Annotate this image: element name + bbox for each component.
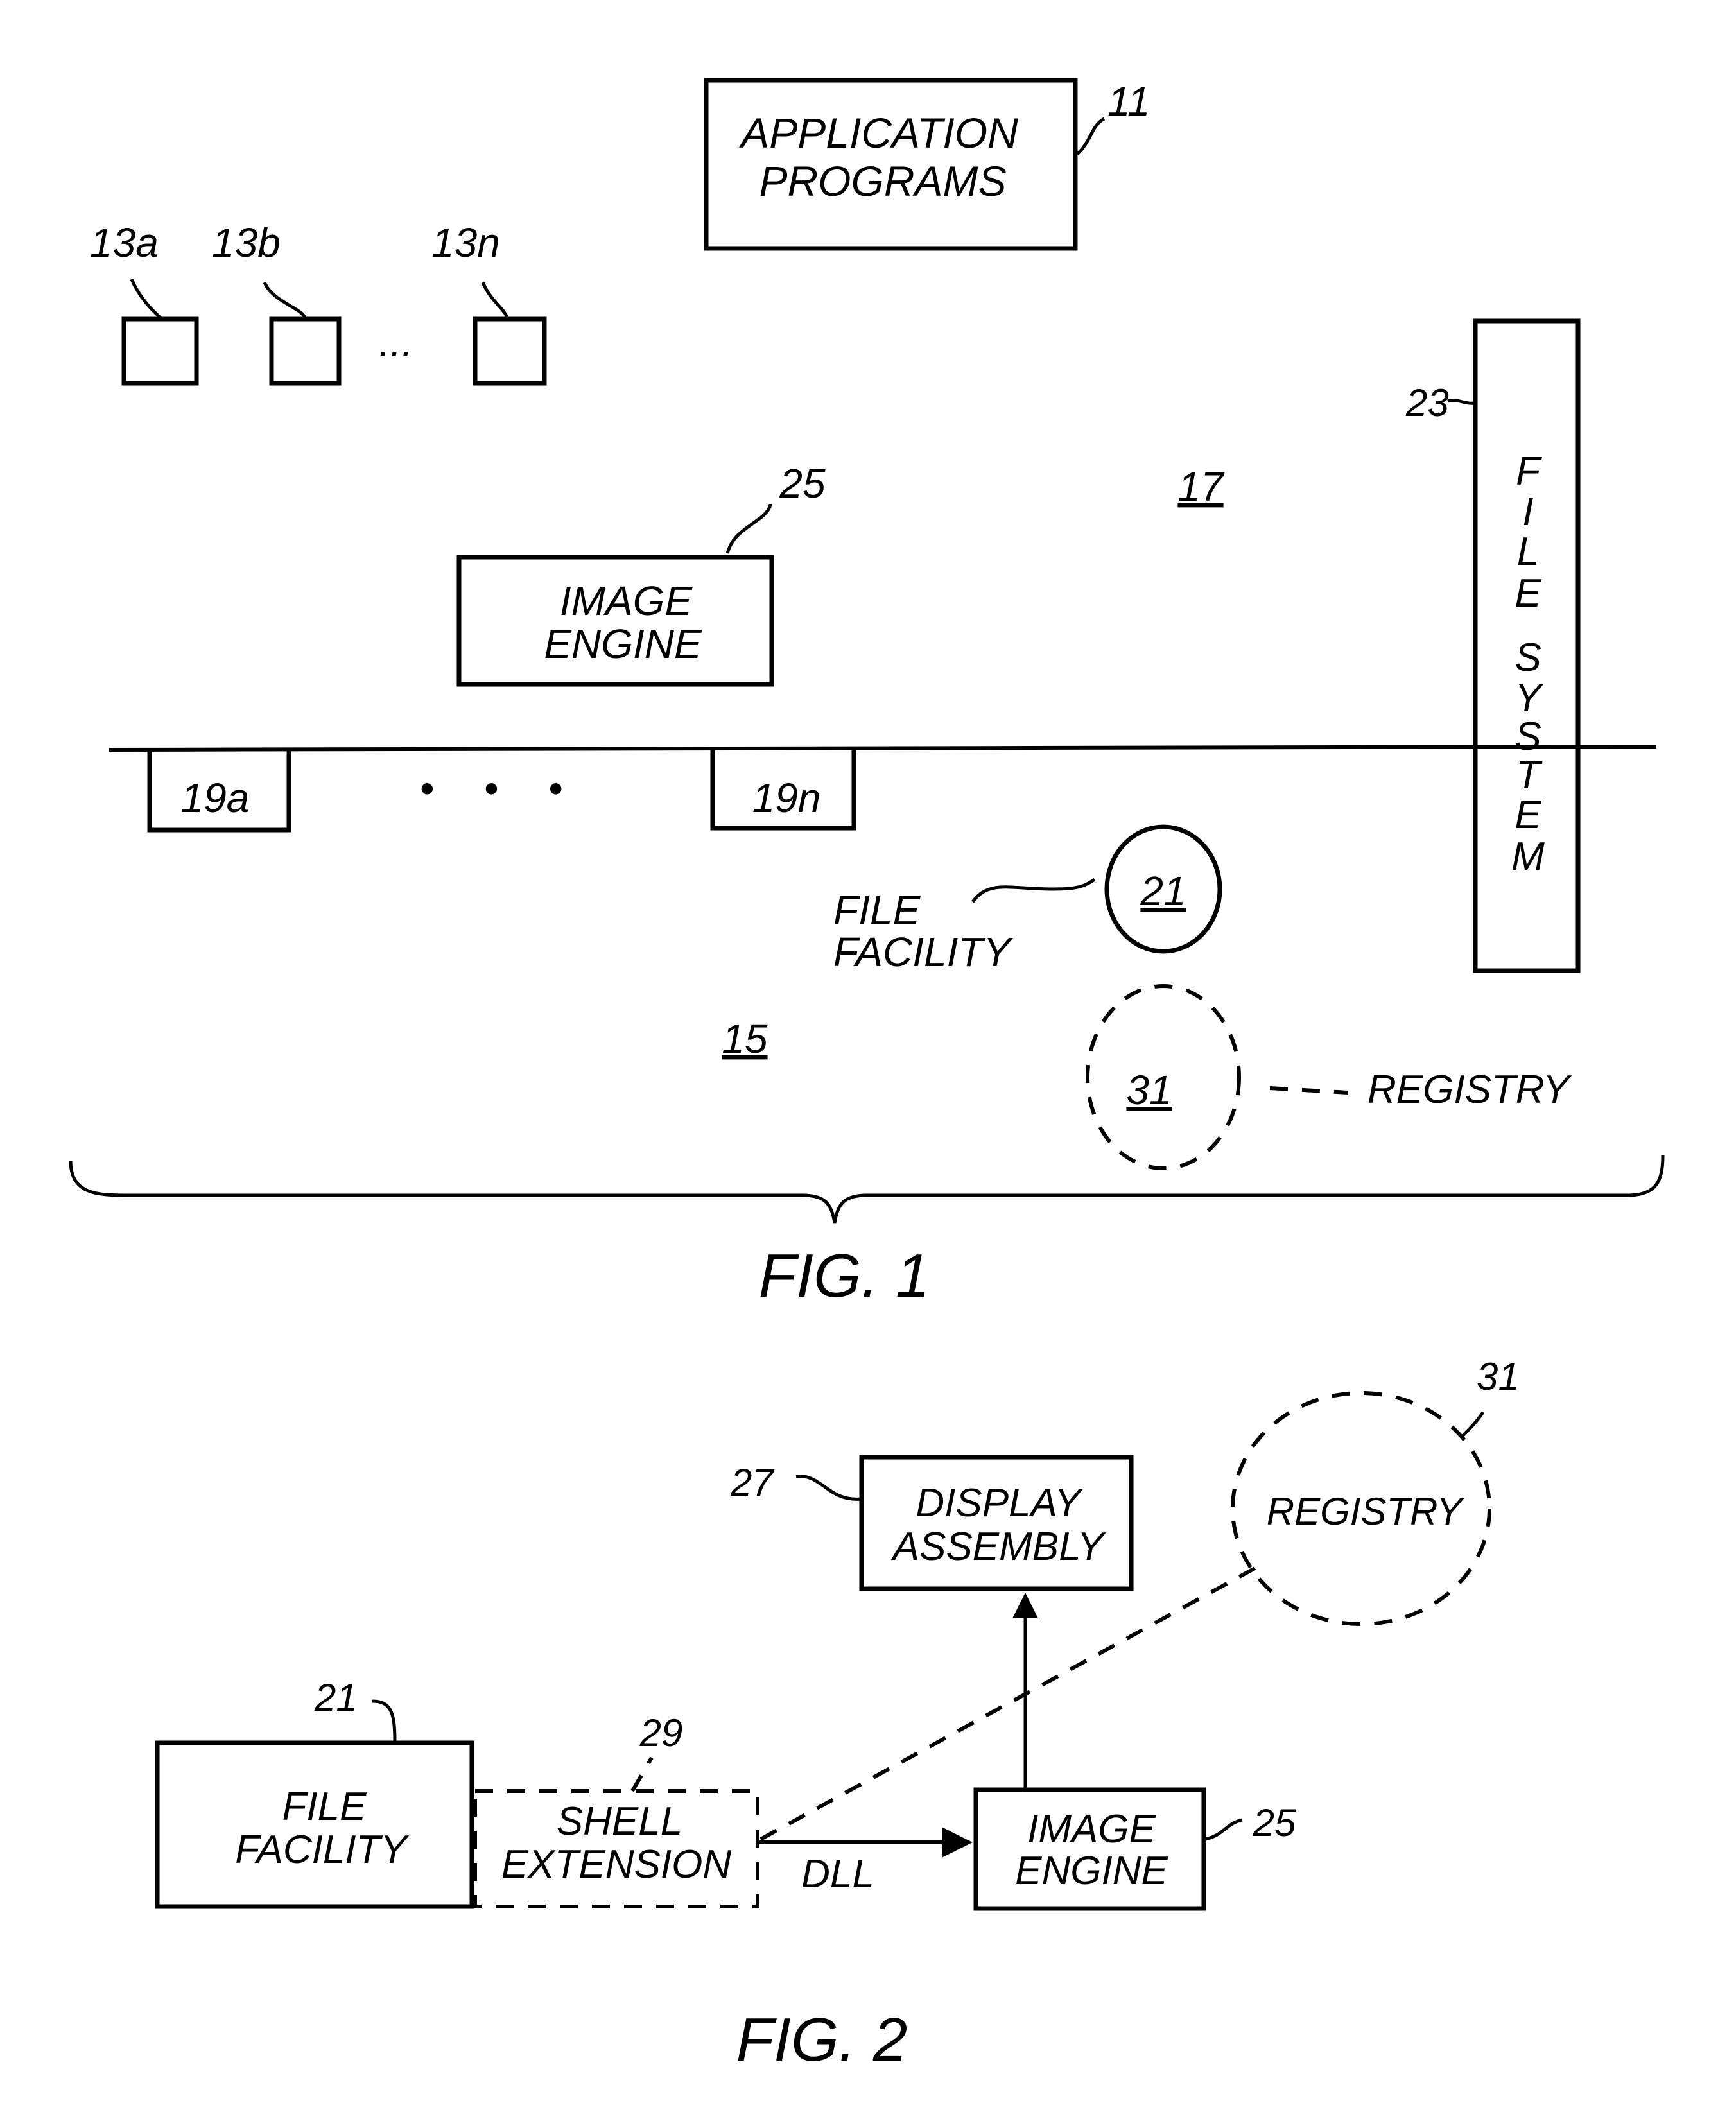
file-system-letter: T bbox=[1516, 753, 1543, 797]
leader-line bbox=[130, 279, 162, 319]
leader-line bbox=[1447, 399, 1476, 405]
leader-line bbox=[795, 1475, 862, 1501]
patent-drawing: APPLICATION PROGRAMS 11 13a 13b ... 13n … bbox=[69, 78, 1665, 2074]
file-system-letter: F bbox=[1516, 449, 1542, 494]
registry-circle: 31 REGISTRY bbox=[1086, 984, 1572, 1170]
file-facility-line2: FACILITY bbox=[833, 929, 1014, 975]
ref-31-fig2: 31 bbox=[1477, 1355, 1520, 1398]
file-system-letter: M bbox=[1511, 835, 1545, 879]
image-engine-box-fig2: IMAGE ENGINE 25 bbox=[973, 1787, 1296, 1911]
leader-line bbox=[971, 878, 1096, 903]
file-system-letter: I bbox=[1522, 490, 1533, 534]
ref-29: 29 bbox=[639, 1711, 683, 1754]
ref-21-fig2: 21 bbox=[314, 1676, 358, 1719]
leader-line bbox=[1076, 117, 1106, 155]
ref-23: 23 bbox=[1405, 381, 1449, 424]
registry-label: REGISTRY bbox=[1367, 1068, 1572, 1112]
application-programs-line2: PROGRAMS bbox=[759, 157, 1006, 205]
file-facility-line1: FILE bbox=[833, 887, 921, 933]
peripheral-ellipsis: ... bbox=[379, 319, 413, 365]
ref-19a: 19a bbox=[181, 775, 250, 821]
image-engine-line1: IMAGE bbox=[560, 578, 693, 624]
kernel-boundary-line bbox=[108, 745, 1657, 752]
shell-extension-box: SHELL EXTENSION 29 bbox=[473, 1711, 759, 1908]
ref-31: 31 bbox=[1126, 1067, 1172, 1113]
leader-line bbox=[1269, 1086, 1349, 1095]
display-assembly-box: DISPLAY ASSEMBLY 27 bbox=[730, 1455, 1134, 1591]
image-engine-line2-fig2: ENGINE bbox=[1015, 1849, 1168, 1893]
leader-line bbox=[481, 281, 509, 318]
display-assembly-line2: ASSEMBLY bbox=[890, 1525, 1107, 1569]
peripheral-13n bbox=[473, 316, 547, 386]
fig2: DISPLAY ASSEMBLY 27 REGISTRY 31 FILE FAC… bbox=[155, 1355, 1520, 2074]
ref-11: 11 bbox=[1107, 78, 1150, 125]
region-ref-17: 17 bbox=[1177, 463, 1225, 510]
leader-line bbox=[725, 503, 772, 554]
driver-ellipsis: • • • bbox=[420, 765, 582, 811]
fig2-caption: FIG. 2 bbox=[736, 2005, 908, 2074]
dll-label: DLL bbox=[801, 1852, 874, 1896]
file-system-letter: S bbox=[1515, 714, 1541, 759]
shell-extension-line1: SHELL bbox=[557, 1799, 682, 1844]
region-ref-15: 15 bbox=[722, 1016, 768, 1062]
fig1: APPLICATION PROGRAMS 11 13a 13b ... 13n … bbox=[69, 78, 1665, 1310]
peripheral-13a bbox=[121, 316, 199, 386]
application-programs-line1: APPLICATION bbox=[738, 109, 1018, 157]
ref-21: 21 bbox=[1140, 868, 1186, 914]
ref-25-fig2: 25 bbox=[1253, 1801, 1296, 1844]
ref-13a: 13a bbox=[90, 220, 159, 266]
leader-line bbox=[372, 1699, 397, 1742]
image-engine-line1-fig2: IMAGE bbox=[1027, 1807, 1156, 1851]
fig1-caption: FIG. 1 bbox=[759, 1242, 930, 1310]
leader-line bbox=[263, 281, 307, 319]
leader-line bbox=[630, 1756, 654, 1792]
leader-line bbox=[1459, 1411, 1485, 1439]
peripherals: 13a 13b ... 13n bbox=[90, 220, 547, 386]
drivers: 19a • • • 19n bbox=[147, 750, 856, 833]
application-programs-box: APPLICATION PROGRAMS 11 bbox=[704, 78, 1150, 251]
file-system-letter: S bbox=[1515, 636, 1541, 680]
ref-25: 25 bbox=[779, 460, 826, 506]
shell-to-registry-dashed-line bbox=[759, 1564, 1260, 1841]
image-engine-line2: ENGINE bbox=[544, 621, 702, 667]
peripheral-13b bbox=[269, 316, 342, 386]
image-engine-box: IMAGE ENGINE 25 bbox=[456, 460, 826, 687]
file-system-box: FILESYSTEM 23 bbox=[1405, 318, 1581, 973]
leader-line bbox=[1204, 1818, 1243, 1841]
file-facility-line1-fig2: FILE bbox=[282, 1785, 367, 1829]
file-system-letter: Y bbox=[1515, 676, 1544, 720]
registry-circle-fig2: REGISTRY 31 bbox=[1231, 1355, 1520, 1626]
file-system-letter: E bbox=[1515, 793, 1541, 837]
ref-27: 27 bbox=[730, 1461, 775, 1504]
ref-13n: 13n bbox=[431, 220, 500, 266]
registry-label-fig2: REGISTRY bbox=[1267, 1490, 1464, 1533]
display-assembly-line1: DISPLAY bbox=[916, 1481, 1084, 1525]
file-facility-line2-fig2: FACILITY bbox=[235, 1828, 410, 1872]
brace bbox=[69, 1155, 1665, 1224]
ref-13b: 13b bbox=[212, 220, 281, 266]
file-facility-circle: 21 FILE FACILITY bbox=[833, 824, 1222, 975]
file-system-letter: L bbox=[1517, 530, 1539, 574]
file-facility-box: FILE FACILITY 21 bbox=[155, 1676, 474, 1909]
ref-19n: 19n bbox=[752, 775, 821, 821]
file-system-letter: E bbox=[1515, 571, 1541, 616]
shell-extension-line2: EXTENSION bbox=[501, 1842, 732, 1887]
